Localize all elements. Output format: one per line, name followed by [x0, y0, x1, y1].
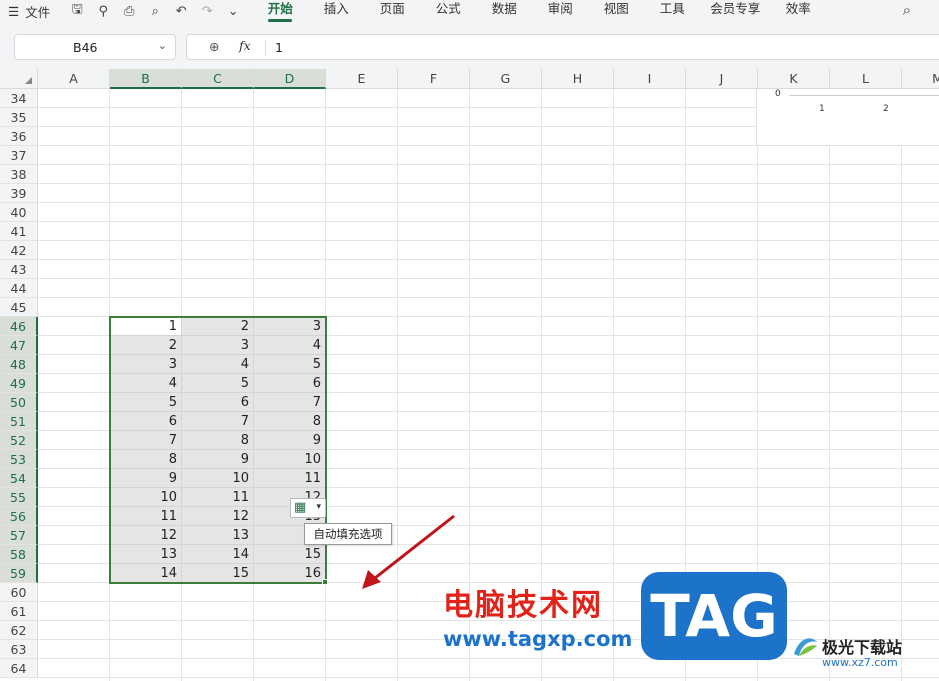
watermark-url: www.tagxp.com — [443, 627, 633, 651]
watermark-site-name: 极光下载站 — [822, 638, 903, 657]
annotation-arrow — [362, 514, 455, 589]
watermark-title: 电脑技术网 — [443, 588, 603, 623]
site-logo-icon — [794, 638, 817, 656]
watermark-site-url: www.xz7.com — [822, 656, 898, 669]
watermark-tag-logo: TAG — [641, 572, 787, 660]
spreadsheet-window: ☰ 文件 🖫 ⚲ ⎙ ⌕ ↶ ↷ ⌄ 开始 插入 页面 公式 数据 审阅 视图 … — [0, 0, 939, 681]
